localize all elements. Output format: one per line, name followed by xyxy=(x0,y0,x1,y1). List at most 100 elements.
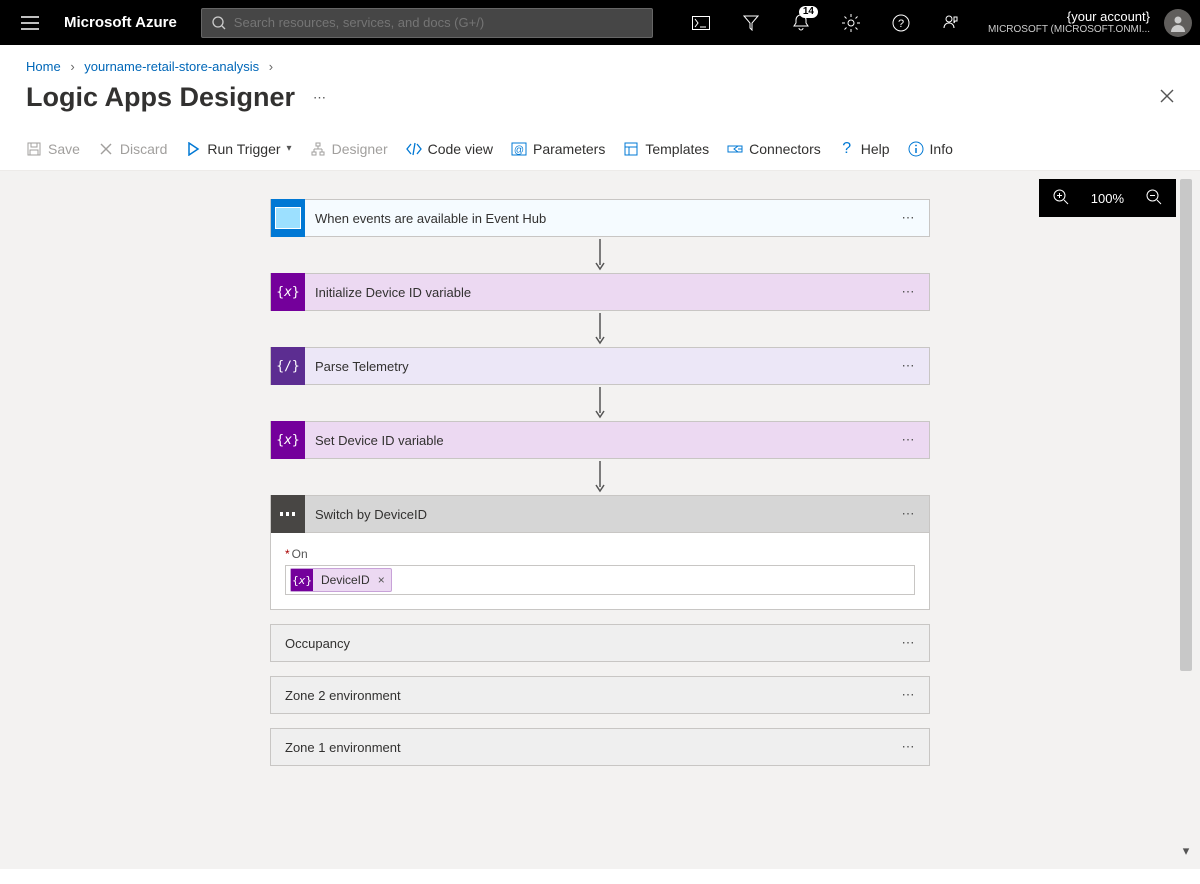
templates-icon xyxy=(624,142,638,156)
node-more-button[interactable]: ⋯ xyxy=(889,358,929,374)
parameters-icon: @ xyxy=(511,142,527,156)
save-label: Save xyxy=(48,141,80,157)
save-icon xyxy=(27,142,41,156)
designer-label: Designer xyxy=(332,141,388,157)
breadcrumb-home[interactable]: Home xyxy=(26,59,61,74)
discard-button[interactable]: Discard xyxy=(98,141,167,157)
parameters-button[interactable]: @ Parameters xyxy=(511,141,605,157)
feedback-button[interactable] xyxy=(930,0,972,45)
switch-node-body: *On {x} DeviceID × xyxy=(270,533,930,610)
chevron-right-icon: › xyxy=(70,59,74,74)
event-hub-icon xyxy=(271,199,305,237)
search-icon xyxy=(212,16,226,30)
connectors-label: Connectors xyxy=(749,141,821,157)
gear-icon xyxy=(842,14,860,32)
account-info[interactable]: {your account} MICROSOFT (MICROSOFT.ONMI… xyxy=(988,10,1150,35)
case-title: Occupancy xyxy=(271,636,889,651)
breadcrumb-resource[interactable]: yourname-retail-store-analysis xyxy=(84,59,259,74)
trigger-node[interactable]: When events are available in Event Hub ⋯ xyxy=(270,199,930,237)
arrow-down-icon xyxy=(595,237,605,273)
arrow-down-icon xyxy=(595,459,605,495)
variable-icon: {x} xyxy=(291,569,313,591)
breadcrumb: Home › yourname-retail-store-analysis › xyxy=(0,45,1200,74)
variable-icon: {x} xyxy=(271,421,305,459)
global-search-input[interactable] xyxy=(234,15,642,30)
info-label: Info xyxy=(930,141,953,157)
help-label: Help xyxy=(861,141,890,157)
avatar[interactable] xyxy=(1164,9,1192,37)
workflow: When events are available in Event Hub ⋯… xyxy=(269,199,931,766)
designer-canvas[interactable]: 100% ▾ When events are available in Even… xyxy=(0,171,1200,869)
chevron-right-icon: › xyxy=(269,59,273,74)
trigger-title: When events are available in Event Hub xyxy=(305,211,889,226)
discard-icon xyxy=(99,142,113,156)
case-zone1[interactable]: Zone 1 environment ⋯ xyxy=(270,728,930,766)
discard-label: Discard xyxy=(120,141,167,157)
run-trigger-button[interactable]: Run Trigger ▾ xyxy=(185,141,291,157)
case-title: Zone 1 environment xyxy=(271,740,889,755)
close-blade-button[interactable] xyxy=(1160,87,1174,108)
token-remove-button[interactable]: × xyxy=(378,573,391,587)
feedback-icon xyxy=(942,14,960,32)
help-button[interactable]: ? xyxy=(880,0,922,45)
account-tenant: MICROSOFT (MICROSOFT.ONMI... xyxy=(988,24,1150,35)
help-icon: ? xyxy=(892,14,910,32)
cloud-shell-icon xyxy=(692,16,710,30)
node-more-button[interactable]: ⋯ xyxy=(889,687,929,703)
node-more-button[interactable]: ⋯ xyxy=(889,210,929,226)
designer-button[interactable]: Designer xyxy=(310,141,388,157)
parameters-label: Parameters xyxy=(533,141,605,157)
parse-title: Parse Telemetry xyxy=(305,359,889,374)
azure-header: Microsoft Azure 14 ? {your account} MICR… xyxy=(0,0,1200,45)
case-occupancy[interactable]: Occupancy ⋯ xyxy=(270,624,930,662)
set-variable-node[interactable]: {x} Set Device ID variable ⋯ xyxy=(270,421,930,459)
svg-text:@: @ xyxy=(514,145,524,156)
title-more-button[interactable]: ⋯ xyxy=(313,90,328,106)
code-view-button[interactable]: Code view xyxy=(406,141,493,157)
save-button[interactable]: Save xyxy=(26,141,80,157)
info-button[interactable]: Info xyxy=(908,141,953,157)
directories-button[interactable] xyxy=(730,0,772,45)
account-name: {your account} xyxy=(988,10,1150,24)
code-icon xyxy=(406,142,422,156)
settings-button[interactable] xyxy=(830,0,872,45)
play-icon xyxy=(186,142,200,156)
set-variable-title: Set Device ID variable xyxy=(305,433,889,448)
switch-title: Switch by DeviceID xyxy=(305,507,889,522)
init-variable-node[interactable]: {x} Initialize Device ID variable ⋯ xyxy=(270,273,930,311)
templates-button[interactable]: Templates xyxy=(623,141,709,157)
init-variable-title: Initialize Device ID variable xyxy=(305,285,889,300)
node-more-button[interactable]: ⋯ xyxy=(889,635,929,651)
switch-node-header[interactable]: Switch by DeviceID ⋯ xyxy=(270,495,930,533)
data-operations-icon: {∕} xyxy=(271,347,305,385)
variable-icon: {x} xyxy=(271,273,305,311)
page-title-row: Logic Apps Designer ⋯ xyxy=(0,74,1200,127)
parse-json-node[interactable]: {∕} Parse Telemetry ⋯ xyxy=(270,347,930,385)
switch-icon xyxy=(271,495,305,533)
close-icon xyxy=(1160,89,1174,103)
global-search[interactable] xyxy=(201,8,653,38)
filter-icon xyxy=(743,15,759,31)
arrow-down-icon xyxy=(595,311,605,347)
help-icon: ? xyxy=(839,141,855,157)
node-more-button[interactable]: ⋯ xyxy=(889,506,929,522)
switch-on-input[interactable]: {x} DeviceID × xyxy=(285,565,915,595)
deviceid-token[interactable]: {x} DeviceID × xyxy=(290,568,392,592)
help-button-toolbar[interactable]: ? Help xyxy=(839,141,890,157)
hamburger-menu-button[interactable] xyxy=(8,0,52,45)
node-more-button[interactable]: ⋯ xyxy=(889,284,929,300)
arrow-down-icon xyxy=(595,385,605,421)
node-more-button[interactable]: ⋯ xyxy=(889,739,929,755)
node-more-button[interactable]: ⋯ xyxy=(889,432,929,448)
svg-text:?: ? xyxy=(898,18,904,30)
case-zone2[interactable]: Zone 2 environment ⋯ xyxy=(270,676,930,714)
notifications-badge: 14 xyxy=(799,6,818,18)
cloud-shell-button[interactable] xyxy=(680,0,722,45)
token-label: DeviceID xyxy=(313,573,378,587)
on-label: *On xyxy=(285,547,915,561)
notifications-button[interactable]: 14 xyxy=(780,0,822,45)
info-icon xyxy=(908,141,924,157)
connectors-button[interactable]: Connectors xyxy=(727,141,821,157)
canvas-inner: When events are available in Event Hub ⋯… xyxy=(0,171,1200,869)
connectors-icon xyxy=(727,142,743,156)
